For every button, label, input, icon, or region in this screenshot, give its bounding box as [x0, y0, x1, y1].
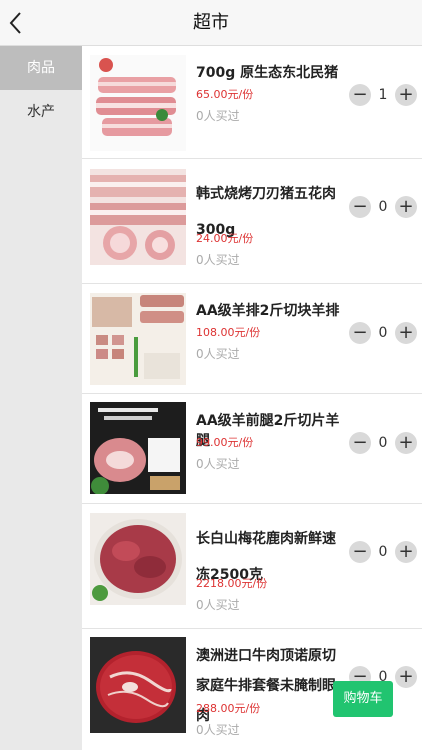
product-item[interactable]: 700g 原生态东北民猪 65.00元/份 0人买过 − 1 +	[82, 46, 422, 159]
product-image-beef-steak[interactable]	[90, 637, 186, 733]
product-price: 2218.00元/份	[196, 577, 268, 590]
product-buyers: 0人买过	[196, 723, 240, 737]
category-meat[interactable]: 肉品	[0, 46, 82, 90]
product-image-venison[interactable]	[90, 513, 186, 605]
decrement-button[interactable]: −	[349, 84, 371, 106]
product-item[interactable]: 韩式烧烤刀刃猪五花肉300g 24.00元/份 0人买过 − 0 +	[82, 159, 422, 284]
quantity-value: 0	[378, 325, 388, 341]
quantity-value: 0	[378, 544, 388, 560]
product-buyers: 0人买过	[196, 457, 240, 471]
product-price: 108.00元/份	[196, 326, 261, 339]
decrement-button[interactable]: −	[349, 432, 371, 454]
decrement-button[interactable]: −	[349, 541, 371, 563]
quantity-value: 0	[378, 199, 388, 215]
product-buyers: 0人买过	[196, 598, 240, 612]
quantity-stepper: − 0 +	[346, 432, 422, 456]
product-price: 288.00元/份	[196, 702, 261, 715]
category-seafood[interactable]: 水产	[0, 90, 82, 134]
quantity-stepper: − 0 +	[346, 541, 422, 565]
product-image-lamb-leg[interactable]	[90, 402, 186, 494]
increment-button[interactable]: +	[395, 322, 417, 344]
decrement-button[interactable]: −	[349, 322, 371, 344]
product-buyers: 0人买过	[196, 109, 240, 123]
increment-button[interactable]: +	[395, 541, 417, 563]
product-buyers: 0人买过	[196, 253, 240, 267]
product-price: 24.00元/份	[196, 232, 254, 245]
product-list: 700g 原生态东北民猪 65.00元/份 0人买过 − 1 + 韩式烧烤刀刃猪…	[82, 46, 422, 750]
increment-button[interactable]: +	[395, 432, 417, 454]
product-price: 99.00元/份	[196, 436, 254, 449]
product-buyers: 0人买过	[196, 347, 240, 361]
product-image-lamb-ribs[interactable]	[90, 293, 186, 385]
decrement-button[interactable]: −	[349, 196, 371, 218]
product-item[interactable]: 长白山梅花鹿肉新鲜速冻2500克 2218.00元/份 0人买过 − 0 +	[82, 504, 422, 629]
quantity-stepper: − 0 +	[346, 196, 422, 220]
product-name[interactable]: 澳洲进口牛肉顶诺原切家庭牛排套餐未腌制眼肉	[196, 641, 346, 731]
top-bar: 超市	[0, 0, 422, 46]
product-name[interactable]: 700g 原生态东北民猪	[196, 63, 346, 83]
cart-button[interactable]: 购物车	[333, 681, 393, 717]
product-item[interactable]: AA级羊前腿2斤切片羊腿 99.00元/份 0人买过 − 0 +	[82, 394, 422, 504]
quantity-value: 1	[378, 87, 388, 103]
category-sidebar: 肉品 水产	[0, 46, 82, 750]
quantity-value: 0	[378, 435, 388, 451]
product-item[interactable]: AA级羊排2斤切块羊排 108.00元/份 0人买过 − 0 +	[82, 284, 422, 394]
product-image-pork-rolls[interactable]	[90, 169, 186, 265]
increment-button[interactable]: +	[395, 666, 417, 688]
product-name[interactable]: AA级羊排2斤切块羊排	[196, 301, 346, 321]
increment-button[interactable]: +	[395, 196, 417, 218]
quantity-stepper: − 0 +	[346, 322, 422, 346]
product-image-pork-belly[interactable]	[90, 55, 186, 151]
page-title: 超市	[193, 12, 229, 33]
product-price: 65.00元/份	[196, 88, 254, 101]
increment-button[interactable]: +	[395, 84, 417, 106]
quantity-stepper: − 1 +	[346, 84, 422, 108]
